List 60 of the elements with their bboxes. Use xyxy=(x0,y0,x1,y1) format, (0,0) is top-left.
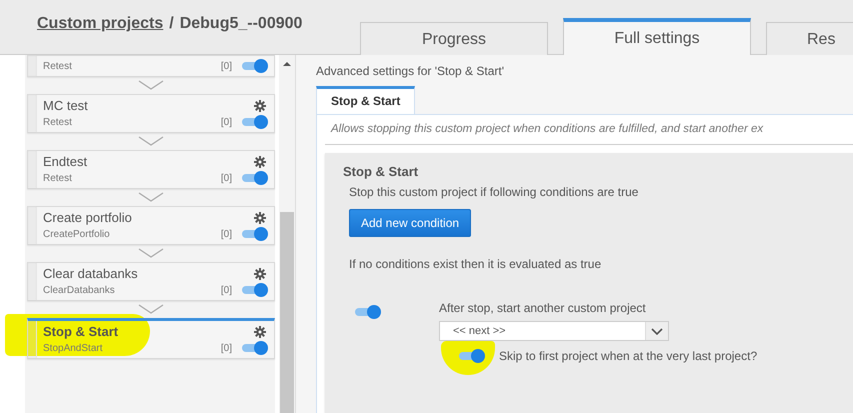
project-name: MC test xyxy=(43,98,88,113)
project-type: Retest xyxy=(43,116,72,128)
settings-heading: Advanced settings for 'Stop & Start' xyxy=(316,64,506,78)
tab[interactable]: Stop & Start xyxy=(316,86,416,115)
tab[interactable]: Res xyxy=(766,22,853,55)
description-text: Allows stopping this custom project when conditions are fulfilled, and start another ex xyxy=(325,123,853,145)
scroll-up-icon xyxy=(282,61,292,67)
project-name: Endtest xyxy=(43,154,88,169)
project-count: [0] xyxy=(220,284,232,296)
tab[interactable]: Full settings xyxy=(563,18,751,55)
toggle-switch[interactable] xyxy=(355,308,379,316)
project-count: [0] xyxy=(220,172,232,184)
option-label: After stop, start another custom project xyxy=(439,301,647,315)
project-name: Clear databanks xyxy=(43,266,138,281)
project-count: [0] xyxy=(220,116,232,128)
toggle-switch[interactable] xyxy=(242,62,266,70)
gear-icon xyxy=(254,212,266,224)
add-condition-button[interactable]: Add new condition xyxy=(349,209,472,237)
chevron-icon xyxy=(138,136,164,146)
project-count: [0] xyxy=(220,342,232,354)
breadcrumb-link[interactable]: Custom projects xyxy=(37,15,164,33)
gear-icon xyxy=(254,100,266,112)
gear-icon xyxy=(254,326,266,338)
toggle-switch[interactable] xyxy=(459,352,483,360)
toggle-switch[interactable] xyxy=(242,230,266,238)
breadcrumb-separator: / xyxy=(169,15,174,33)
project-name: Stop & Start xyxy=(43,324,118,339)
project-type: CreatePortfolio xyxy=(43,228,110,240)
toggle-switch[interactable] xyxy=(242,344,266,352)
chevron-icon xyxy=(138,80,164,90)
project-title: Debug5_--00900 xyxy=(180,15,302,33)
option-label: Skip to first project when at the very last project? xyxy=(499,349,758,363)
section-title: Stop & Start xyxy=(343,164,420,179)
chevron-icon xyxy=(138,304,164,314)
gear-icon xyxy=(254,156,266,168)
project-card[interactable]: MC test Retest [0] xyxy=(27,94,275,133)
project-type: Retest xyxy=(43,172,72,184)
toggle-switch[interactable] xyxy=(242,286,266,294)
tab[interactable]: Progress xyxy=(360,22,548,55)
project-card[interactable]: Endtest Retest [0] xyxy=(27,150,275,189)
project-count: [0] xyxy=(220,228,232,240)
project-name: Create portfolio xyxy=(43,210,132,225)
note-text: If no conditions exist then it is evaluated as true xyxy=(349,257,602,271)
toggle-switch[interactable] xyxy=(242,174,266,182)
project-type: ClearDatabanks xyxy=(43,284,115,296)
project-card[interactable]: Retest [0] xyxy=(27,55,275,77)
chevron-icon xyxy=(138,248,164,258)
gear-icon xyxy=(254,268,266,280)
condition-text: Stop this custom project if following conditions are true xyxy=(349,185,640,199)
project-card[interactable]: Stop & Start StopAndStart [0] xyxy=(27,318,275,359)
scrollbar-thumb[interactable] xyxy=(280,212,294,413)
project-type: Retest xyxy=(43,60,72,72)
project-card[interactable]: Create portfolio CreatePortfolio [0] xyxy=(27,206,275,245)
chevron-down-icon xyxy=(651,328,663,334)
project-card[interactable]: Clear databanks ClearDatabanks [0] xyxy=(27,262,275,301)
project-count: [0] xyxy=(220,60,232,72)
toggle-switch[interactable] xyxy=(242,118,266,126)
project-type: StopAndStart xyxy=(43,342,102,354)
project-dropdown[interactable]: << next >> xyxy=(439,321,669,341)
chevron-icon xyxy=(138,192,164,202)
